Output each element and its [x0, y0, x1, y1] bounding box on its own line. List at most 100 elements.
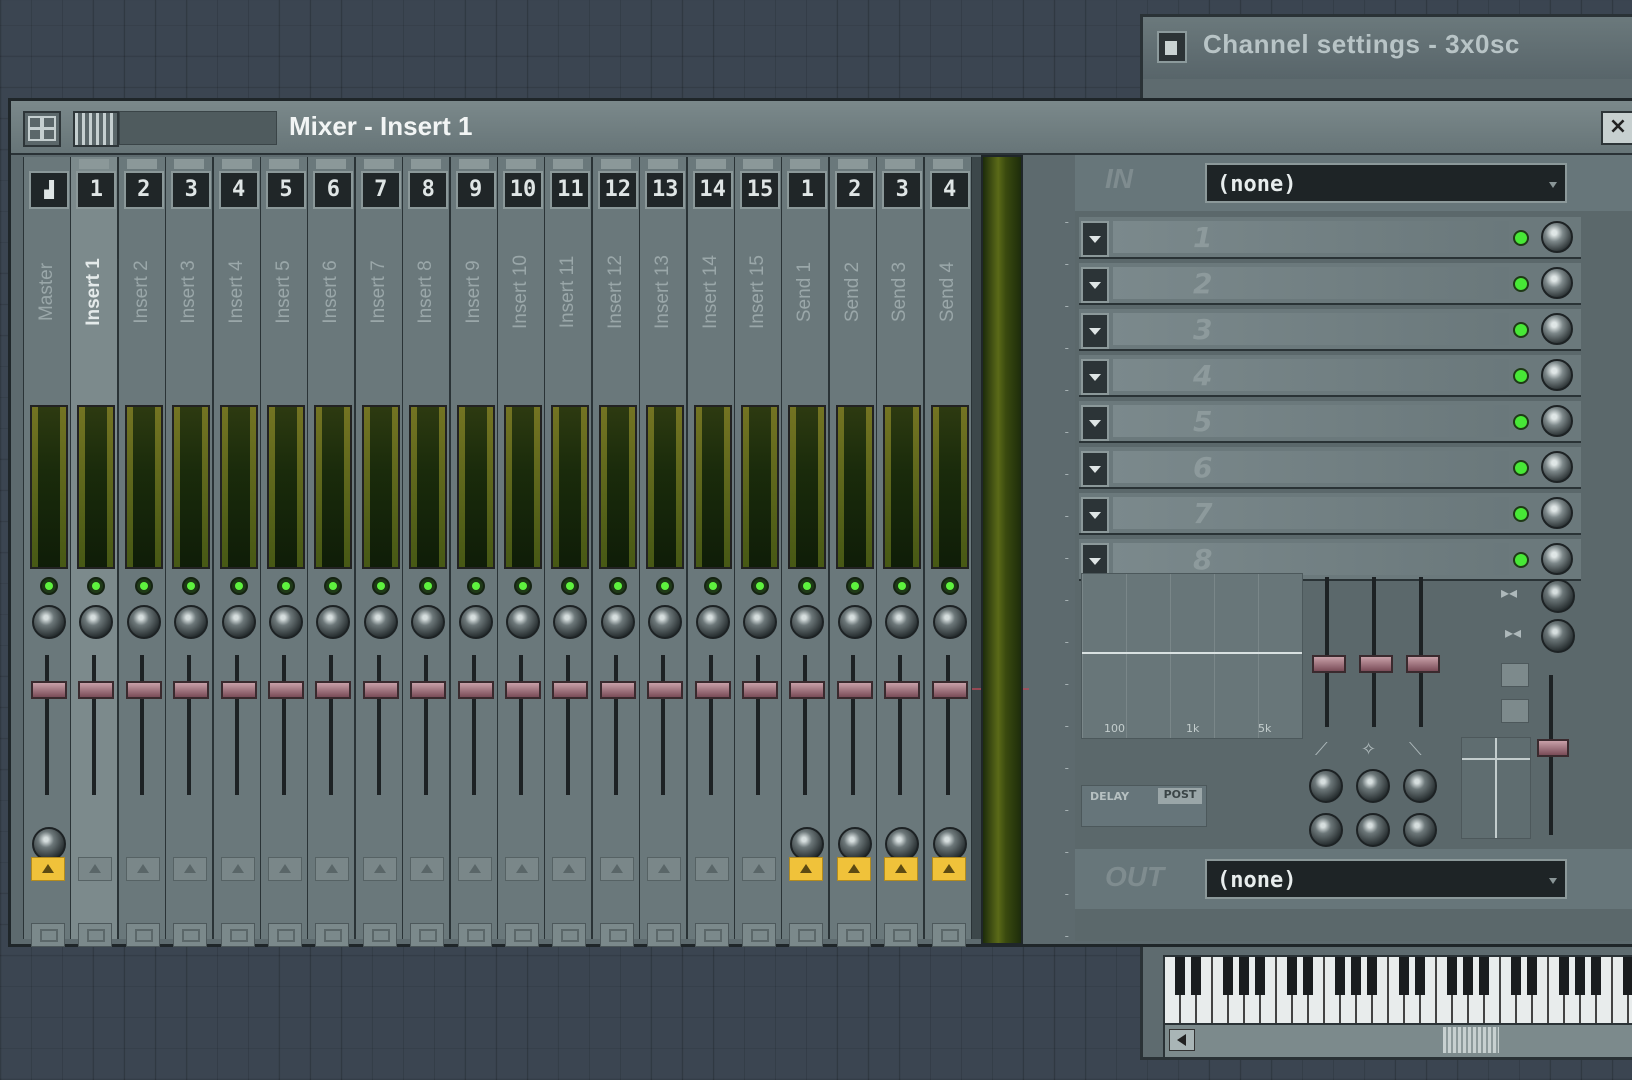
- pan-knob[interactable]: [885, 605, 920, 639]
- channel-name[interactable]: Insert 12: [593, 217, 639, 367]
- piano-black-key[interactable]: [1175, 957, 1185, 995]
- piano-black-key[interactable]: [1223, 957, 1233, 995]
- channel-enable-led[interactable]: [845, 577, 864, 595]
- channel-enable-led[interactable]: [514, 577, 532, 595]
- mixer-preset-box[interactable]: [119, 111, 277, 145]
- volume-fader[interactable]: [173, 681, 210, 699]
- channel-number[interactable]: 12: [597, 171, 638, 209]
- slot-menu-chevron-icon[interactable]: [1081, 313, 1109, 349]
- piano-keyboard[interactable]: [1163, 955, 1632, 1027]
- mixer-channel-strip[interactable]: 3 Send 3: [876, 157, 925, 947]
- eq-mid-slider[interactable]: [1359, 655, 1393, 673]
- channel-name[interactable]: Insert 5: [261, 217, 307, 367]
- channel-number[interactable]: 7: [360, 171, 401, 209]
- pan-knob[interactable]: [221, 605, 256, 639]
- fx-slot-icon[interactable]: [268, 923, 302, 947]
- stereo-separation-knob[interactable]: [1541, 579, 1575, 613]
- volume-fader[interactable]: [599, 681, 636, 699]
- volume-fader[interactable]: [742, 681, 778, 699]
- eq-high-freq-knob[interactable]: [1403, 769, 1437, 803]
- scroll-left-arrow-icon[interactable]: [1169, 1029, 1195, 1051]
- fx-slot-icon[interactable]: [552, 923, 587, 947]
- fx-slot-icon[interactable]: [836, 923, 871, 947]
- eq-low-bw-knob[interactable]: [1309, 813, 1343, 847]
- route-to-selected-button[interactable]: [647, 857, 682, 881]
- route-to-selected-button[interactable]: [789, 857, 824, 881]
- piano-black-key[interactable]: [1591, 957, 1601, 995]
- route-to-selected-button[interactable]: [836, 857, 871, 881]
- route-to-selected-button[interactable]: [505, 857, 539, 881]
- channel-name[interactable]: Insert 2: [119, 217, 165, 367]
- slot-name[interactable]: 3: [1113, 313, 1509, 346]
- route-to-selected-button[interactable]: [599, 857, 634, 881]
- mixer-channel-strip[interactable]: 4 Insert 4: [212, 157, 261, 947]
- slot-mix-knob[interactable]: [1541, 451, 1573, 483]
- eq-mid-freq-knob[interactable]: [1356, 769, 1390, 803]
- channel-enable-led[interactable]: [40, 577, 58, 595]
- piano-black-key[interactable]: [1335, 957, 1345, 995]
- volume-fader[interactable]: [647, 681, 684, 699]
- channel-number[interactable]: 11: [550, 171, 591, 209]
- route-to-selected-button[interactable]: [315, 857, 350, 881]
- channel-number[interactable]: 1: [76, 171, 117, 209]
- master-icon[interactable]: ▟: [29, 171, 69, 209]
- send-knob[interactable]: [32, 827, 66, 861]
- effect-slot[interactable]: 4: [1079, 355, 1581, 397]
- route-to-selected-button[interactable]: [552, 857, 587, 881]
- channel-name[interactable]: Insert 14: [688, 217, 734, 367]
- pan-knob[interactable]: [126, 605, 161, 639]
- pan-knob[interactable]: [316, 605, 351, 639]
- pan-knob[interactable]: [411, 605, 446, 639]
- channel-name[interactable]: Send 3: [877, 217, 923, 367]
- channel-enable-led[interactable]: [371, 577, 390, 595]
- channel-enable-led[interactable]: [419, 577, 438, 595]
- mixer-channel-strip[interactable]: 1 Insert 1: [70, 157, 119, 947]
- route-to-selected-button[interactable]: [410, 857, 445, 881]
- fx-slot-icon[interactable]: [410, 923, 445, 947]
- channel-enable-led[interactable]: [277, 577, 295, 595]
- mixer-view-icon[interactable]: [73, 111, 119, 147]
- pan-knob[interactable]: [743, 605, 777, 639]
- route-to-selected-button[interactable]: [220, 857, 255, 881]
- eq-high-slider[interactable]: [1406, 655, 1440, 673]
- post-button[interactable]: POST: [1158, 788, 1202, 804]
- channel-name[interactable]: Insert 3: [166, 217, 212, 367]
- fx-slot-icon[interactable]: [694, 923, 729, 947]
- pan-knob[interactable]: [600, 605, 635, 639]
- channel-number[interactable]: 3: [882, 171, 923, 209]
- slot-menu-chevron-icon[interactable]: [1081, 221, 1109, 257]
- slot-name[interactable]: 4: [1113, 359, 1509, 392]
- fx-slot-icon[interactable]: [125, 923, 160, 947]
- volume-fader[interactable]: [884, 681, 921, 699]
- eq-mid-bw-knob[interactable]: [1356, 813, 1390, 847]
- slot-name[interactable]: 7: [1113, 497, 1509, 530]
- fx-slot-icon[interactable]: [742, 923, 776, 947]
- channel-name[interactable]: Insert 10: [498, 217, 544, 367]
- channel-name[interactable]: Insert 9: [451, 217, 497, 367]
- piano-black-key[interactable]: [1239, 957, 1249, 995]
- slot-menu-chevron-icon[interactable]: [1081, 497, 1109, 533]
- mixer-channel-strip[interactable]: 1 Send 1: [781, 157, 830, 947]
- volume-fader[interactable]: [552, 681, 589, 699]
- mixer-titlebar[interactable]: Mixer - Insert 1 ×: [11, 101, 1632, 155]
- volume-fader[interactable]: [125, 681, 162, 699]
- channel-number[interactable]: 5: [266, 171, 306, 209]
- slot-mix-knob[interactable]: [1541, 543, 1573, 575]
- channel-name[interactable]: Insert 8: [403, 217, 449, 367]
- fx-slot-icon[interactable]: [599, 923, 634, 947]
- piano-black-key[interactable]: [1415, 957, 1425, 995]
- mixer-channel-strip[interactable]: 10 Insert 10: [497, 157, 545, 947]
- mixer-channel-strip[interactable]: 15 Insert 15: [734, 157, 782, 947]
- route-to-selected-button[interactable]: [268, 857, 302, 881]
- channel-enable-led[interactable]: [466, 577, 485, 595]
- channel-name[interactable]: Insert 11: [545, 217, 591, 367]
- channel-enable-led[interactable]: [561, 577, 580, 595]
- route-to-selected-button[interactable]: [173, 857, 208, 881]
- slot-mix-knob[interactable]: [1541, 313, 1573, 345]
- channel-number[interactable]: 1: [787, 171, 828, 209]
- volume-slider[interactable]: [1537, 739, 1569, 757]
- piano-black-key[interactable]: [1623, 957, 1632, 995]
- slot-enable-led[interactable]: [1513, 322, 1529, 338]
- channel-number[interactable]: 9: [455, 171, 496, 209]
- send-knob[interactable]: [790, 827, 825, 861]
